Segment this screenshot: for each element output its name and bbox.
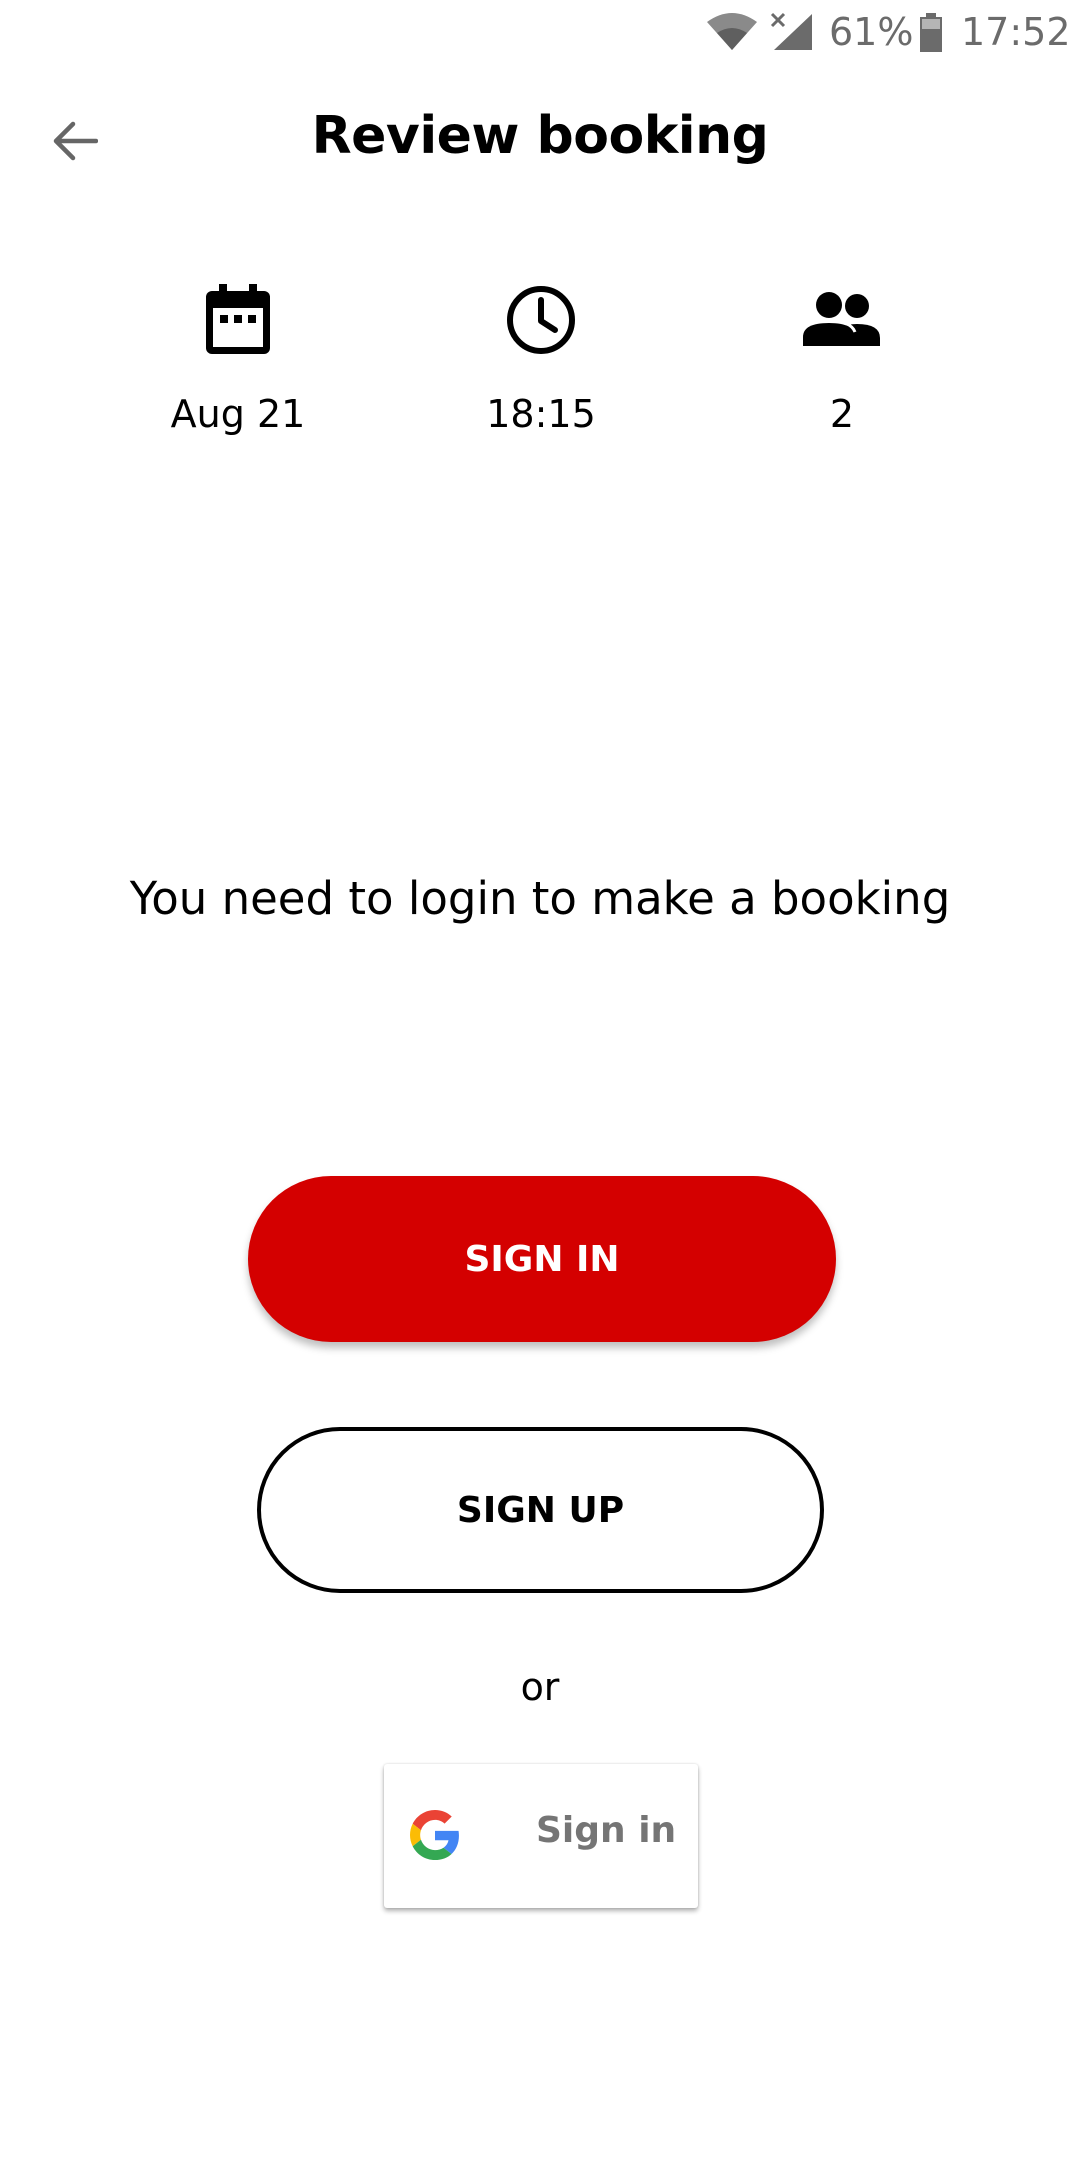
page-title: Review booking [311,106,769,166]
booking-time-value: 18:15 [486,392,596,436]
battery-percentage: 61% [829,10,914,54]
clock-icon [391,270,691,370]
login-required-message: You need to login to make a booking [129,872,951,925]
calendar-icon [88,270,388,370]
google-sign-in-label: Sign in [536,1810,677,1851]
sign-up-button[interactable]: SIGN UP [257,1427,824,1593]
app-bar: Review booking [0,88,1080,188]
battery-icon [919,13,943,57]
party-size: 2 [692,270,992,436]
party-size-value: 2 [829,392,855,436]
google-sign-in-button[interactable]: Sign in [384,1764,698,1908]
booking-date: Aug 21 [88,270,388,436]
people-icon [692,270,992,370]
booking-date-value: Aug 21 [170,392,306,436]
clock-time: 17:52 [961,10,1071,54]
signal-icon [770,12,814,56]
or-separator: or [520,1665,560,1709]
booking-time: 18:15 [391,270,691,436]
status-bar: 61% 17:52 [0,0,1080,66]
booking-summary: Aug 21 18:15 2 [0,270,1080,460]
wifi-icon [706,12,758,56]
google-logo-icon [410,1810,460,1864]
sign-in-button[interactable]: SIGN IN [248,1176,836,1342]
